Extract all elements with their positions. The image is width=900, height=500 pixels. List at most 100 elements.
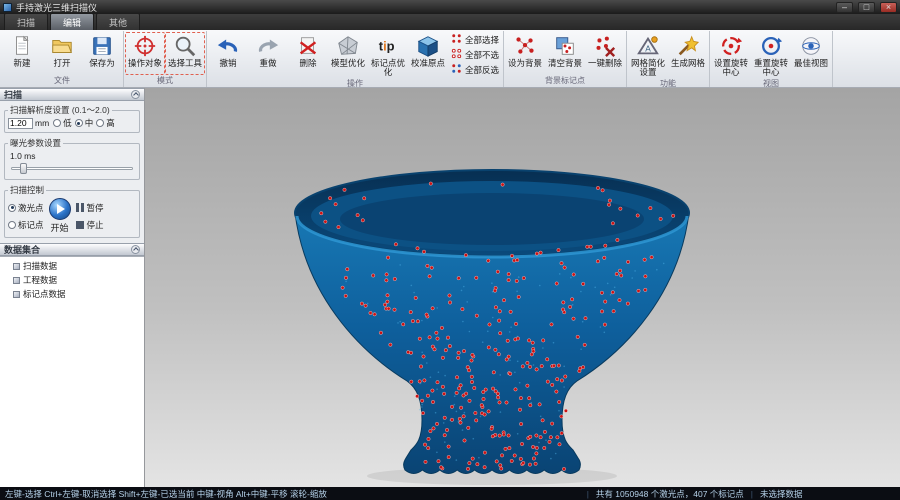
select-all-icon	[451, 33, 462, 46]
reset-rotation-center-button[interactable]: 重置旋转中心	[751, 32, 791, 78]
clear-background-icon	[553, 33, 577, 59]
generate-mesh-button[interactable]: 生成网格	[668, 32, 708, 78]
set-rotation-center-icon	[719, 33, 743, 59]
collapse-scan-panel-button[interactable]	[131, 90, 140, 99]
slider-track	[11, 167, 133, 170]
redo-icon	[256, 33, 280, 59]
tree-item[interactable]: 工程数据	[4, 273, 140, 287]
resolution-option-2[interactable]: 高	[96, 117, 115, 129]
best-view-button[interactable]: 最佳视图	[791, 32, 831, 78]
delete-button[interactable]: 删除	[288, 32, 328, 78]
new-file-button[interactable]: 新建	[2, 32, 42, 75]
viewport[interactable]	[145, 88, 900, 487]
select-tool-button[interactable]: 选择工具	[165, 32, 205, 75]
stop-button[interactable]: 停止	[76, 219, 104, 231]
ribbon-group-label: 模式	[125, 75, 205, 87]
resolution-input[interactable]	[8, 118, 33, 129]
radio-icon	[53, 119, 61, 127]
minimize-button[interactable]: –	[836, 2, 853, 13]
scan-mode-option-1[interactable]: 标记点	[8, 219, 44, 231]
model-optimize-button[interactable]: 模型优化	[328, 32, 368, 78]
resolution-option-1[interactable]: 中	[75, 117, 94, 129]
ribbon-group-label: 功能	[628, 78, 708, 88]
data-panel-header: 数据集合	[0, 243, 144, 256]
status-counts: 共有 1050948 个激光点，407 个标记点	[596, 488, 744, 500]
status-divider: |	[751, 489, 753, 499]
resolution-unit-label: mm	[35, 118, 49, 128]
operate-object-button[interactable]: 操作对象	[125, 32, 165, 75]
marker-optimize-icon: tip	[376, 33, 400, 59]
one-key-delete-button[interactable]: 一键删除	[585, 32, 625, 75]
tree-item[interactable]: 扫描数据	[4, 259, 140, 273]
scan-mode-option-0[interactable]: 激光点	[8, 202, 44, 214]
data-panel-title: 数据集合	[4, 243, 40, 256]
exposure-slider[interactable]	[11, 162, 133, 175]
chevron-up-icon	[133, 92, 139, 98]
ribbon-group-background-markers: 设为背景清空背景一键删除背景标记点	[504, 31, 627, 87]
pause-button[interactable]: 暂停	[76, 202, 104, 214]
stop-label: 停止	[87, 219, 104, 231]
resolution-settings-group: 扫描解析度设置 (0.1～2.0) mm 低中高	[4, 104, 140, 133]
reset-rotation-center-icon	[759, 33, 783, 59]
stop-icon	[76, 221, 84, 229]
status-selection: 未选择数据	[760, 488, 895, 500]
ribbon-group-operation: 撤销重做删除模型优化tip标记点优化校准原点全部选择全部不选全部反选操作	[207, 31, 504, 87]
svg-text:A: A	[645, 44, 651, 54]
radio-icon	[96, 119, 104, 127]
scan-panel-title: 扫描	[4, 88, 22, 101]
save-as-icon	[90, 33, 114, 59]
resolution-group-title: 扫描解析度设置 (0.1～2.0)	[8, 104, 112, 116]
chevron-up-icon	[133, 247, 139, 253]
open-button[interactable]: 打开	[42, 32, 82, 75]
ribbon-group-label: 操作	[208, 78, 502, 88]
calibrate-origin-button[interactable]: 校准原点	[408, 32, 448, 78]
operate-object-icon	[133, 33, 157, 59]
clear-background-button[interactable]: 清空背景	[545, 32, 585, 75]
tree-item[interactable]: 标记点数据	[4, 287, 140, 301]
set-as-background-button[interactable]: 设为背景	[505, 32, 545, 75]
select-invert-button[interactable]: 全部反选	[451, 63, 499, 76]
marker-optimize-button[interactable]: tip标记点优化	[368, 32, 408, 78]
exposure-value: 1.0 ms	[8, 150, 136, 161]
title-bar: 手持激光三维扫描仪 – □ ×	[0, 0, 900, 14]
scan-control-title: 扫描控制	[8, 184, 46, 196]
slider-thumb[interactable]	[20, 163, 27, 174]
best-view-icon	[799, 33, 823, 59]
tab-scan[interactable]: 扫描	[4, 13, 48, 30]
ribbon-stack: 全部选择全部不选全部反选	[448, 32, 502, 78]
pause-icon	[76, 203, 84, 212]
maximize-button[interactable]: □	[858, 2, 875, 13]
viewport-canvas	[145, 88, 900, 487]
dataset-icon	[13, 291, 20, 298]
select-invert-icon	[451, 63, 462, 76]
radio-icon	[8, 221, 16, 229]
tab-other[interactable]: 其他	[96, 13, 140, 30]
status-hint: 左键-选择 Ctrl+左键-取消选择 Shift+左键-已选当前 中键-视角 A…	[5, 488, 580, 500]
resolution-option-0[interactable]: 低	[53, 117, 72, 129]
open-icon	[50, 33, 74, 59]
select-none-button[interactable]: 全部不选	[451, 48, 499, 61]
delete-icon	[296, 33, 320, 59]
redo-button[interactable]: 重做	[248, 32, 288, 78]
start-button[interactable]	[49, 198, 71, 220]
ribbon-group-mode: 操作对象选择工具模式	[124, 31, 207, 87]
model-optimize-icon	[336, 33, 360, 59]
collapse-data-panel-button[interactable]	[131, 245, 140, 254]
svg-text:tip: tip	[379, 39, 395, 54]
set-as-background-icon	[513, 33, 537, 59]
tab-edit[interactable]: 编辑	[50, 13, 94, 30]
close-button[interactable]: ×	[880, 2, 897, 13]
undo-button[interactable]: 撤销	[208, 32, 248, 78]
save-as-button[interactable]: 保存为	[82, 32, 122, 75]
mesh-simplify-settings-button[interactable]: A网格简化设置	[628, 32, 668, 78]
exposure-settings-group: 曝光参数设置 1.0 ms	[4, 137, 140, 180]
pause-label: 暂停	[87, 202, 104, 214]
scan-mode-radios: 激光点标记点	[8, 202, 44, 231]
app-icon	[3, 3, 12, 12]
undo-icon	[216, 33, 240, 59]
exposure-group-title: 曝光参数设置	[8, 137, 63, 149]
radio-icon	[8, 204, 16, 212]
ribbon-group-label: 文件	[2, 75, 122, 87]
select-all-button[interactable]: 全部选择	[451, 33, 499, 46]
set-rotation-center-button[interactable]: 设置旋转中心	[711, 32, 751, 78]
